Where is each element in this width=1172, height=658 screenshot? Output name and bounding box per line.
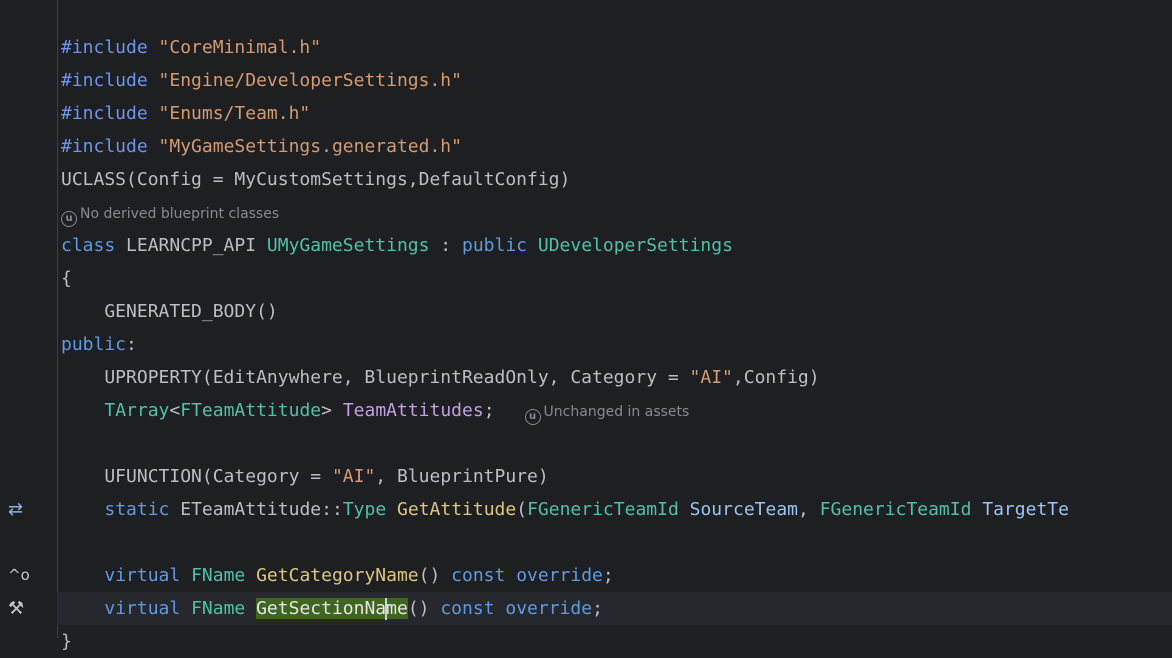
code-line-3[interactable]: #include "Enums/Team.h" xyxy=(61,97,310,130)
unreal-icon: u xyxy=(61,211,77,227)
gutter: ⇄ ^o ⚒ xyxy=(0,0,57,638)
code-line-9[interactable]: public: xyxy=(61,328,137,361)
code-line-12[interactable]: UFUNCTION(Category = "AI", BlueprintPure… xyxy=(61,460,548,493)
selected-identifier[interactable]: GetSectionName xyxy=(256,598,408,620)
hammer-icon[interactable]: ⚒ xyxy=(8,597,36,621)
code-line-8[interactable]: GENERATED_BODY() xyxy=(61,295,277,328)
code-line-4[interactable]: #include "MyGameSettings.generated.h" xyxy=(61,130,462,163)
code-line-14[interactable]: virtual FName GetCategoryName() const ov… xyxy=(61,559,613,592)
code-line-15[interactable]: virtual FName GetSectionName() const ove… xyxy=(61,592,603,625)
code-line-16[interactable]: } xyxy=(61,625,72,658)
code-line-6[interactable]: class LEARNCPP_API UMyGameSettings : pub… xyxy=(61,229,733,262)
code-line-1[interactable]: #include "CoreMinimal.h" xyxy=(61,31,321,64)
unreal-icon: u xyxy=(524,409,541,425)
blueprint-hint[interactable]: u No derived blueprint classes xyxy=(61,198,279,231)
code-line-5[interactable]: UCLASS(Config = MyCustomSettings,Default… xyxy=(61,163,570,196)
swap-icon[interactable]: ⇄ xyxy=(8,498,36,522)
code-line-7[interactable]: { xyxy=(61,262,72,295)
code-line-2[interactable]: #include "Engine/DeveloperSettings.h" xyxy=(61,64,462,97)
code-line-11[interactable]: TArray<FTeamAttitude> TeamAttitudes; u Unc… xyxy=(61,394,689,427)
assets-hint[interactable]: u Unchanged in assets xyxy=(524,404,689,425)
code-line-13[interactable]: static ETeamAttitude::Type GetAttitude(F… xyxy=(61,493,1069,526)
code-editor[interactable]: #include "CoreMinimal.h" #include "Engin… xyxy=(58,0,1172,652)
code-line-10[interactable]: UPROPERTY(EditAnywhere, BlueprintReadOnl… xyxy=(61,361,819,394)
override-icon[interactable]: ^o xyxy=(8,563,36,587)
